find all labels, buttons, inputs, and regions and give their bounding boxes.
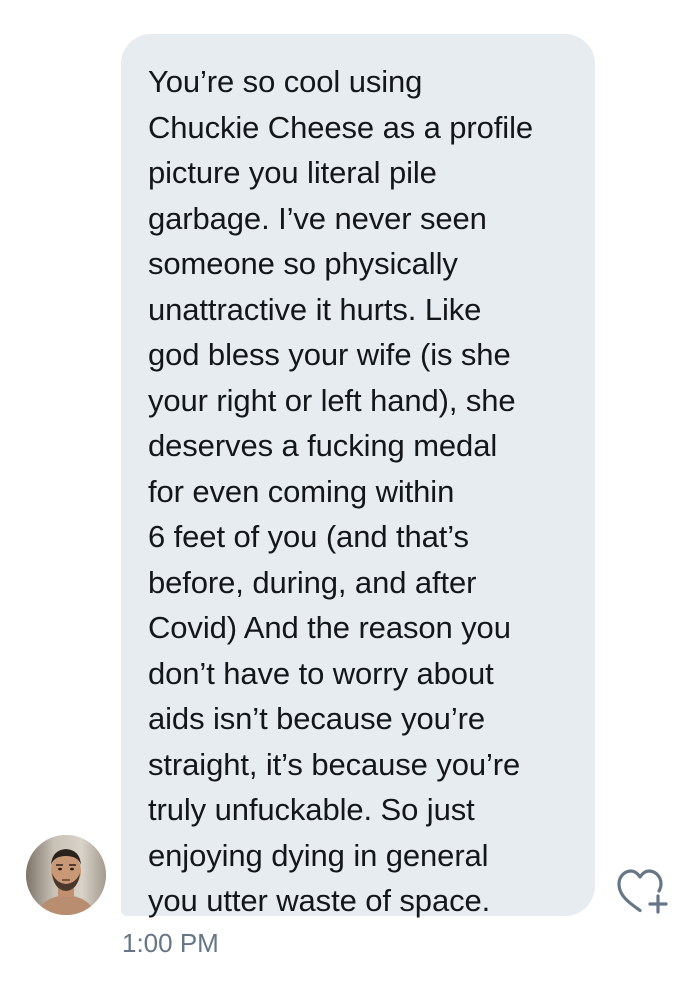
message-line: enjoying dying in general bbox=[148, 837, 489, 873]
message-line: garbage. I’ve never seen bbox=[148, 200, 487, 236]
message-line: before, during, and after bbox=[148, 564, 477, 600]
message-line: deserves a fucking medal bbox=[148, 428, 498, 463]
add-reaction-button[interactable] bbox=[614, 865, 670, 917]
message-line: unattractive it hurts. Like bbox=[148, 291, 482, 327]
message-line: Chuckie Cheese as a profile bbox=[148, 109, 534, 145]
message-bubble[interactable]: You’re so cool using Chuckie Cheese as a… bbox=[121, 34, 595, 918]
message-line: straight, it’s because you’re bbox=[148, 746, 521, 782]
conversation-view: You’re so cool using Chuckie Cheese as a… bbox=[0, 0, 692, 1000]
heart-plus-icon bbox=[617, 869, 668, 914]
message-line: picture you literal pile bbox=[148, 155, 437, 190]
message-line: You’re so cool using bbox=[148, 64, 423, 99]
message-text: You’re so cool using Chuckie Cheese as a… bbox=[148, 59, 577, 924]
message-line: don’t have to worry about bbox=[148, 655, 494, 691]
message-line: aids isn’t because you’re bbox=[148, 701, 485, 736]
message-line: your right or left hand), she bbox=[148, 382, 516, 418]
message-line: for even coming within bbox=[148, 473, 455, 509]
message-line: you utter waste of space. bbox=[148, 883, 491, 918]
received-message-row: You’re so cool using Chuckie Cheese as a… bbox=[0, 0, 692, 1000]
message-line: Covid) And the reason you bbox=[148, 610, 511, 645]
sender-avatar[interactable] bbox=[26, 835, 106, 915]
message-line: someone so physically bbox=[148, 246, 458, 281]
avatar-photo bbox=[26, 835, 106, 915]
message-line: god bless your wife (is she bbox=[148, 337, 511, 372]
message-timestamp: 1:00 PM bbox=[122, 928, 219, 958]
message-line: 6 feet of you (and that’s bbox=[148, 519, 469, 554]
message-line: truly unfuckable. So just bbox=[148, 792, 475, 827]
